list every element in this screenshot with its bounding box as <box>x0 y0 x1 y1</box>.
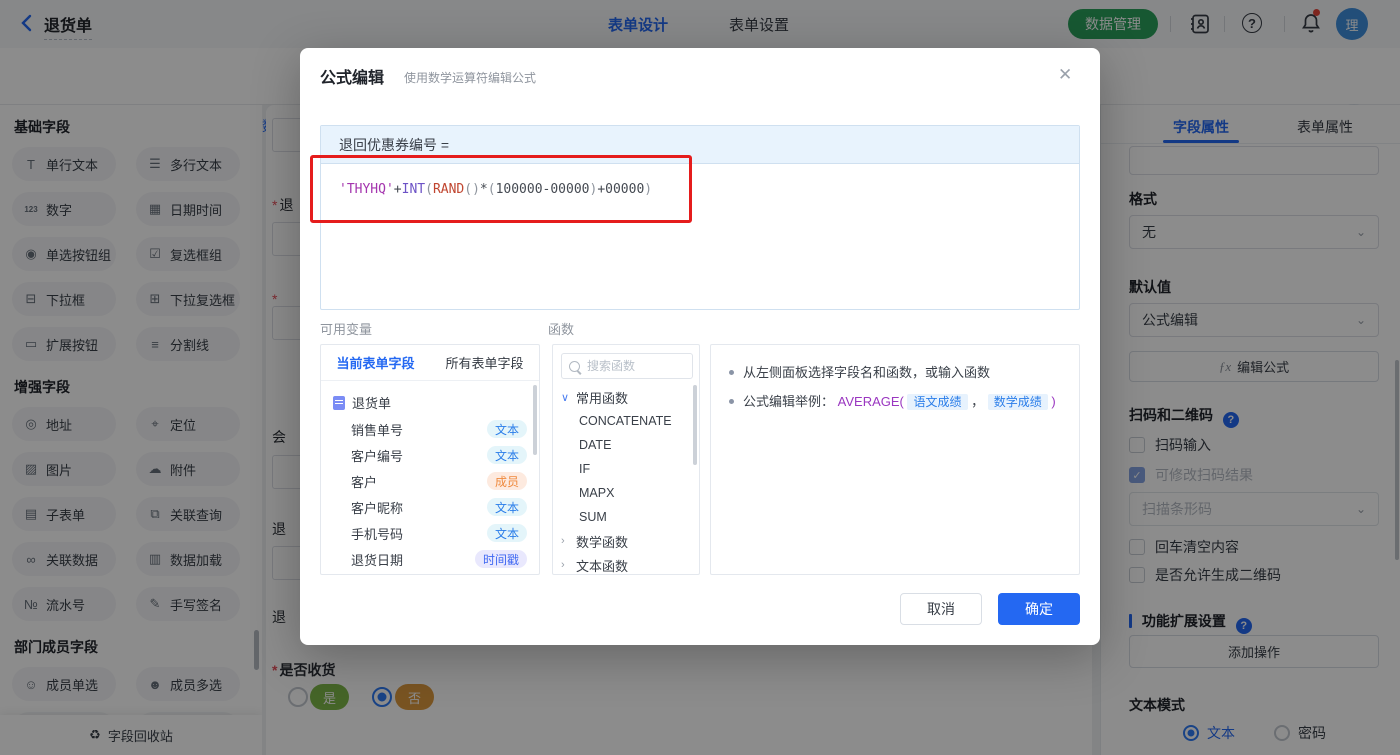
formula-token: ( <box>425 182 433 197</box>
formula-edit-dialog: 公式编辑 使用数学运算符编辑公式 ✕ 退回优惠券编号 = 'THYHQ'+INT… <box>300 48 1100 645</box>
formula-token: 00000 <box>605 182 645 197</box>
formula-token: 100000 <box>495 182 543 197</box>
functions-section-label: 函数 <box>548 322 575 337</box>
formula-token: * <box>479 182 488 197</box>
tip-item: 公式编辑举例： AVERAGE( 语文成绩 ， 数学成绩 ) <box>729 392 1061 412</box>
formula-token: + <box>597 182 606 197</box>
variable-name: 客户 <box>351 474 378 490</box>
function-group[interactable]: › 数学函数 <box>553 529 699 553</box>
function-search[interactable] <box>561 353 693 379</box>
bullet-icon <box>729 399 734 404</box>
variable-type-badge: 文本 <box>486 498 527 516</box>
variable-row[interactable]: 手机号码 文本 <box>321 520 539 546</box>
function-item[interactable]: SUM <box>553 505 699 529</box>
dialog-subtitle: 使用数学运算符编辑公式 <box>404 71 537 85</box>
chevron-right-icon: › <box>561 535 565 547</box>
variable-name: 退货日期 <box>351 552 404 568</box>
form-document-icon <box>333 395 345 410</box>
cancel-button[interactable]: 取消 <box>900 593 982 625</box>
formula-token: INT <box>401 182 426 197</box>
tab-current-form-fields[interactable]: 当前表单字段 <box>321 353 430 372</box>
variable-row[interactable]: 销售单号 文本 <box>321 416 539 442</box>
formula-token: ( <box>487 182 496 197</box>
function-group[interactable]: ∨ 常用函数 <box>553 385 699 409</box>
tab-all-form-fields[interactable]: 所有表单字段 <box>430 353 539 372</box>
variable-type-badge: 文本 <box>486 446 527 464</box>
search-icon <box>569 360 580 372</box>
function-item[interactable]: MAPX <box>553 481 699 505</box>
function-group[interactable]: › 文本函数 <box>553 553 699 574</box>
tip-item: 从左侧面板选择字段名和函数，或输入函数 <box>729 363 1061 382</box>
formula-token: ) <box>472 182 480 197</box>
formula-token: ) <box>644 182 653 197</box>
functions-panel: ∨ 常用函数 CONCATENATEDATEIFMAPXSUM › 数学函数 › 文本函数 <box>552 344 700 575</box>
bullet-icon <box>729 370 734 375</box>
field-chip[interactable]: 语文成绩 <box>907 394 968 410</box>
formula-token: RAND <box>432 182 465 197</box>
dialog-title: 公式编辑 <box>320 70 385 87</box>
variable-type-badge: 文本 <box>486 420 527 438</box>
variables-section-label: 可用变量 <box>320 322 373 337</box>
confirm-button[interactable]: 确定 <box>998 593 1080 625</box>
formula-token: ( <box>464 182 473 197</box>
scrollbar[interactable] <box>533 385 537 455</box>
variable-rows: 销售单号 文本 客户编号 文本 客户 成员 客户昵称 文本 手机号码 文本 退货日期 时间戳 <box>321 416 539 572</box>
close-icon[interactable]: ✕ <box>1058 65 1072 85</box>
function-group-label: 常用函数 <box>576 390 629 406</box>
variable-type-badge: 时间戳 <box>474 550 527 568</box>
formula-token: + <box>393 182 402 197</box>
function-tree: ∨ 常用函数 CONCATENATE DATE IF MAPX SUM › 数学函数 › 文本函数 <box>553 385 699 574</box>
search-input[interactable] <box>585 358 679 374</box>
chevron-down-icon: ∨ <box>561 391 570 404</box>
tips-panel: 从左侧面板选择字段名和函数，或输入函数 公式编辑举例： AVERAGE( 语文成… <box>710 344 1080 575</box>
function-item[interactable]: IF <box>553 457 699 481</box>
variables-root[interactable]: 退货单 <box>333 393 539 412</box>
variable-name: 客户编号 <box>351 448 404 464</box>
formula-expression[interactable]: 'THYHQ'+INT(RAND()*(100000-00000)+00000) <box>339 182 652 197</box>
function-group-label: 数学函数 <box>576 534 629 550</box>
variables-panel: 当前表单字段 所有表单字段 退货单 销售单号 文本 客户编号 文本 客户 成员 客户昵称 文本… <box>320 344 540 575</box>
field-chip[interactable]: 数学成绩 <box>987 394 1048 410</box>
scrollbar[interactable] <box>693 385 697 465</box>
function-item[interactable]: CONCATENATE <box>553 409 699 433</box>
formula-target: 退回优惠券编号 = <box>321 126 1079 164</box>
formula-token: 00000 <box>550 182 590 197</box>
variable-type-badge: 成员 <box>486 472 527 490</box>
variable-name: 销售单号 <box>351 422 404 438</box>
variable-name: 手机号码 <box>351 526 404 542</box>
function-group-label: 文本函数 <box>576 558 629 574</box>
formula-token: 'THYHQ' <box>339 182 394 197</box>
variables-tabs: 当前表单字段 所有表单字段 <box>321 345 539 381</box>
variable-row[interactable]: 客户 成员 <box>321 468 539 494</box>
variable-row[interactable]: 退货日期 时间戳 <box>321 546 539 572</box>
variable-name: 客户昵称 <box>351 500 404 516</box>
variable-row[interactable]: 客户昵称 文本 <box>321 494 539 520</box>
chevron-right-icon: › <box>561 559 565 571</box>
function-item[interactable]: DATE <box>553 433 699 457</box>
variable-type-badge: 文本 <box>486 524 527 542</box>
variable-row[interactable]: 客户编号 文本 <box>321 442 539 468</box>
formula-editor[interactable]: 退回优惠券编号 = 'THYHQ'+INT(RAND()*(100000-000… <box>320 125 1080 310</box>
